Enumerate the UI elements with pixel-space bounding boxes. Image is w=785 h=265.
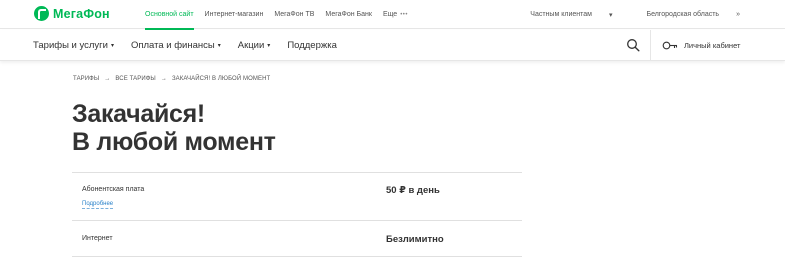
clients-selector[interactable]: Частным клиентам ▾ — [513, 11, 612, 19]
row-divider — [72, 220, 522, 221]
top-right: Частным клиентам ▾ Белгородская область … — [496, 0, 740, 29]
breadcrumb: Тарифы → Все тарифы → Закачайся! В любой… — [73, 76, 270, 82]
top-nav-main-site[interactable]: Основной сайт — [145, 0, 194, 30]
menu-promos-label: Акции — [237, 40, 265, 51]
top-nav-megafon-tv[interactable]: МегаФон ТВ — [274, 0, 314, 29]
row-divider — [72, 172, 522, 173]
more-dots-icon: ••• — [400, 11, 409, 18]
page-title: Закачайся! В любой момент — [72, 100, 276, 156]
chevron-down-icon: ▾ — [217, 43, 221, 49]
personal-account-button[interactable]: Личный кабинет — [662, 30, 740, 61]
megafon-logo[interactable]: МегаФон — [34, 6, 110, 21]
top-bar: МегаФон Основной сайт Интернет-магазин М… — [0, 0, 785, 30]
main-nav: Тарифы и услуги ▾ Оплата и финансы ▾ Акц… — [0, 30, 785, 61]
top-nav-online-store[interactable]: Интернет-магазин — [205, 0, 264, 29]
chevron-double-right-icon: » — [736, 11, 740, 18]
menu-tariffs-label: Тарифы и услуги — [33, 40, 108, 51]
menu-support-label: Поддержка — [287, 40, 337, 51]
monthly-fee-label: Абонентская плата — [82, 186, 145, 193]
breadcrumb-current: Закачайся! В любой момент — [171, 76, 271, 82]
nav-divider — [650, 30, 651, 61]
internet-value: Безлимитно — [386, 234, 444, 245]
page-title-line-1: Закачайся! — [72, 100, 205, 128]
arrow-right-icon: → — [160, 76, 167, 82]
megafon-logo-icon — [34, 6, 49, 21]
arrow-right-icon: → — [104, 76, 111, 82]
menu-support[interactable]: Поддержка — [287, 40, 337, 51]
personal-account-label: Личный кабинет — [684, 41, 741, 50]
key-icon — [662, 41, 678, 50]
top-nav-megafon-bank[interactable]: МегаФон Банк — [325, 0, 372, 29]
menu-promos[interactable]: Акции ▾ — [238, 40, 271, 51]
search-icon[interactable] — [626, 38, 640, 52]
chevron-down-icon: ▾ — [267, 43, 271, 49]
chevron-down-icon: ▾ — [110, 43, 114, 49]
internet-label: Интернет — [82, 235, 113, 242]
menu-payment-label: Оплата и финансы — [130, 40, 215, 51]
page-title-line-2: В любой момент — [72, 128, 276, 156]
top-nav: Основной сайт Интернет-магазин МегаФон Т… — [145, 0, 419, 30]
main-menu: Тарифы и услуги ▾ Оплата и финансы ▾ Акц… — [33, 30, 354, 61]
region-selector[interactable]: Белгородская область » — [629, 11, 740, 18]
breadcrumb-all-tariffs[interactable]: Все тарифы — [115, 76, 155, 82]
top-nav-more[interactable]: Еще ••• — [383, 0, 408, 29]
monthly-fee-value: 50 ₽ в день — [386, 185, 440, 196]
menu-tariffs[interactable]: Тарифы и услуги ▾ — [33, 40, 114, 51]
region-label: Белгородская область — [646, 11, 720, 18]
details-link[interactable]: Подробнее — [82, 200, 114, 209]
chevron-down-icon: ▾ — [608, 11, 613, 19]
clients-label: Частным клиентам — [530, 11, 592, 18]
row-divider — [72, 256, 522, 257]
breadcrumb-tariffs[interactable]: Тарифы — [73, 76, 99, 82]
top-nav-more-label: Еще — [382, 11, 398, 18]
menu-payment[interactable]: Оплата и финансы ▾ — [131, 40, 221, 51]
logo-text: МегаФон — [53, 6, 110, 21]
